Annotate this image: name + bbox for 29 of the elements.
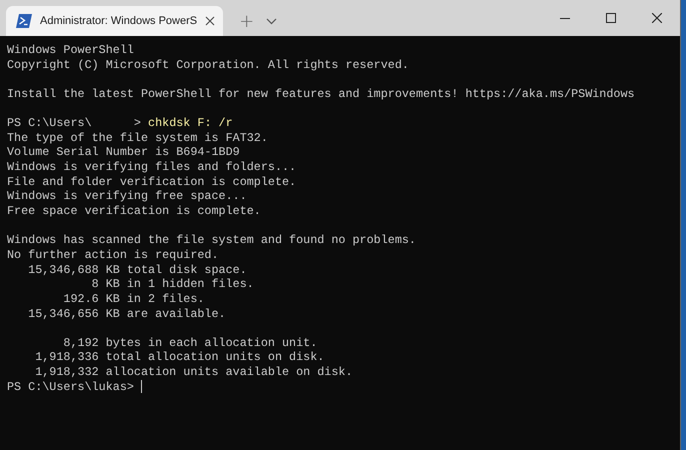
console-line: Free space verification is complete.: [7, 204, 261, 218]
console-line: Volume Serial Number is B694-1BD9: [7, 145, 240, 160]
console-line: 1,918,332 allocation units available on disk.: [34, 365, 353, 380]
console-line: File and folder verification is complete.: [7, 174, 296, 189]
powershell-icon: [16, 14, 32, 28]
console-prompt: PS C:\Users\ >: [7, 116, 141, 130]
console-line: No further action is required.: [7, 248, 219, 262]
dropdown-icon[interactable]: [266, 18, 278, 24]
console-line: 192.6 KB in 2 files.: [62, 292, 204, 306]
console-line: The type of the file system is FAT32.: [7, 130, 268, 145]
console-line: Copyright (C) Microsoft Corporation. All rights reserved.: [7, 58, 409, 72]
terminal-tab[interactable]: Administrator: Windows PowerS: [6, 6, 224, 36]
console-line: 15,346,688 KB total disk space.: [27, 262, 247, 277]
close-icon[interactable]: [205, 16, 216, 26]
console-line: 15,346,656 KB are available.: [27, 306, 226, 321]
maximize-icon[interactable]: [606, 13, 616, 23]
console-line: Windows is verifying files and folders...: [7, 160, 296, 174]
console-line: Windows PowerShell: [7, 43, 134, 57]
console-command: chkdsk F: /r: [148, 116, 233, 130]
console-line: Install the latest PowerShell for new features and improvements! https://aka.ms/PSWindows: [7, 86, 635, 101]
console-line: 8 KB in 1 hidden files.: [90, 277, 254, 292]
console-prompt: PS C:\Users\lukas>: [7, 380, 134, 394]
close-icon[interactable]: [652, 13, 662, 23]
console-line: Windows is verifying free space...: [7, 189, 247, 204]
console-line: 8,192 bytes in each allocation unit.: [62, 336, 318, 350]
console-line: 1,918,336 total allocation units on disk.: [34, 350, 324, 364]
console-line: Windows has scanned the file system and found no problems.: [7, 233, 416, 248]
tab-title: Administrator: Windows PowerS: [40, 15, 198, 27]
new-tab-button[interactable]: +: [233, 6, 260, 36]
